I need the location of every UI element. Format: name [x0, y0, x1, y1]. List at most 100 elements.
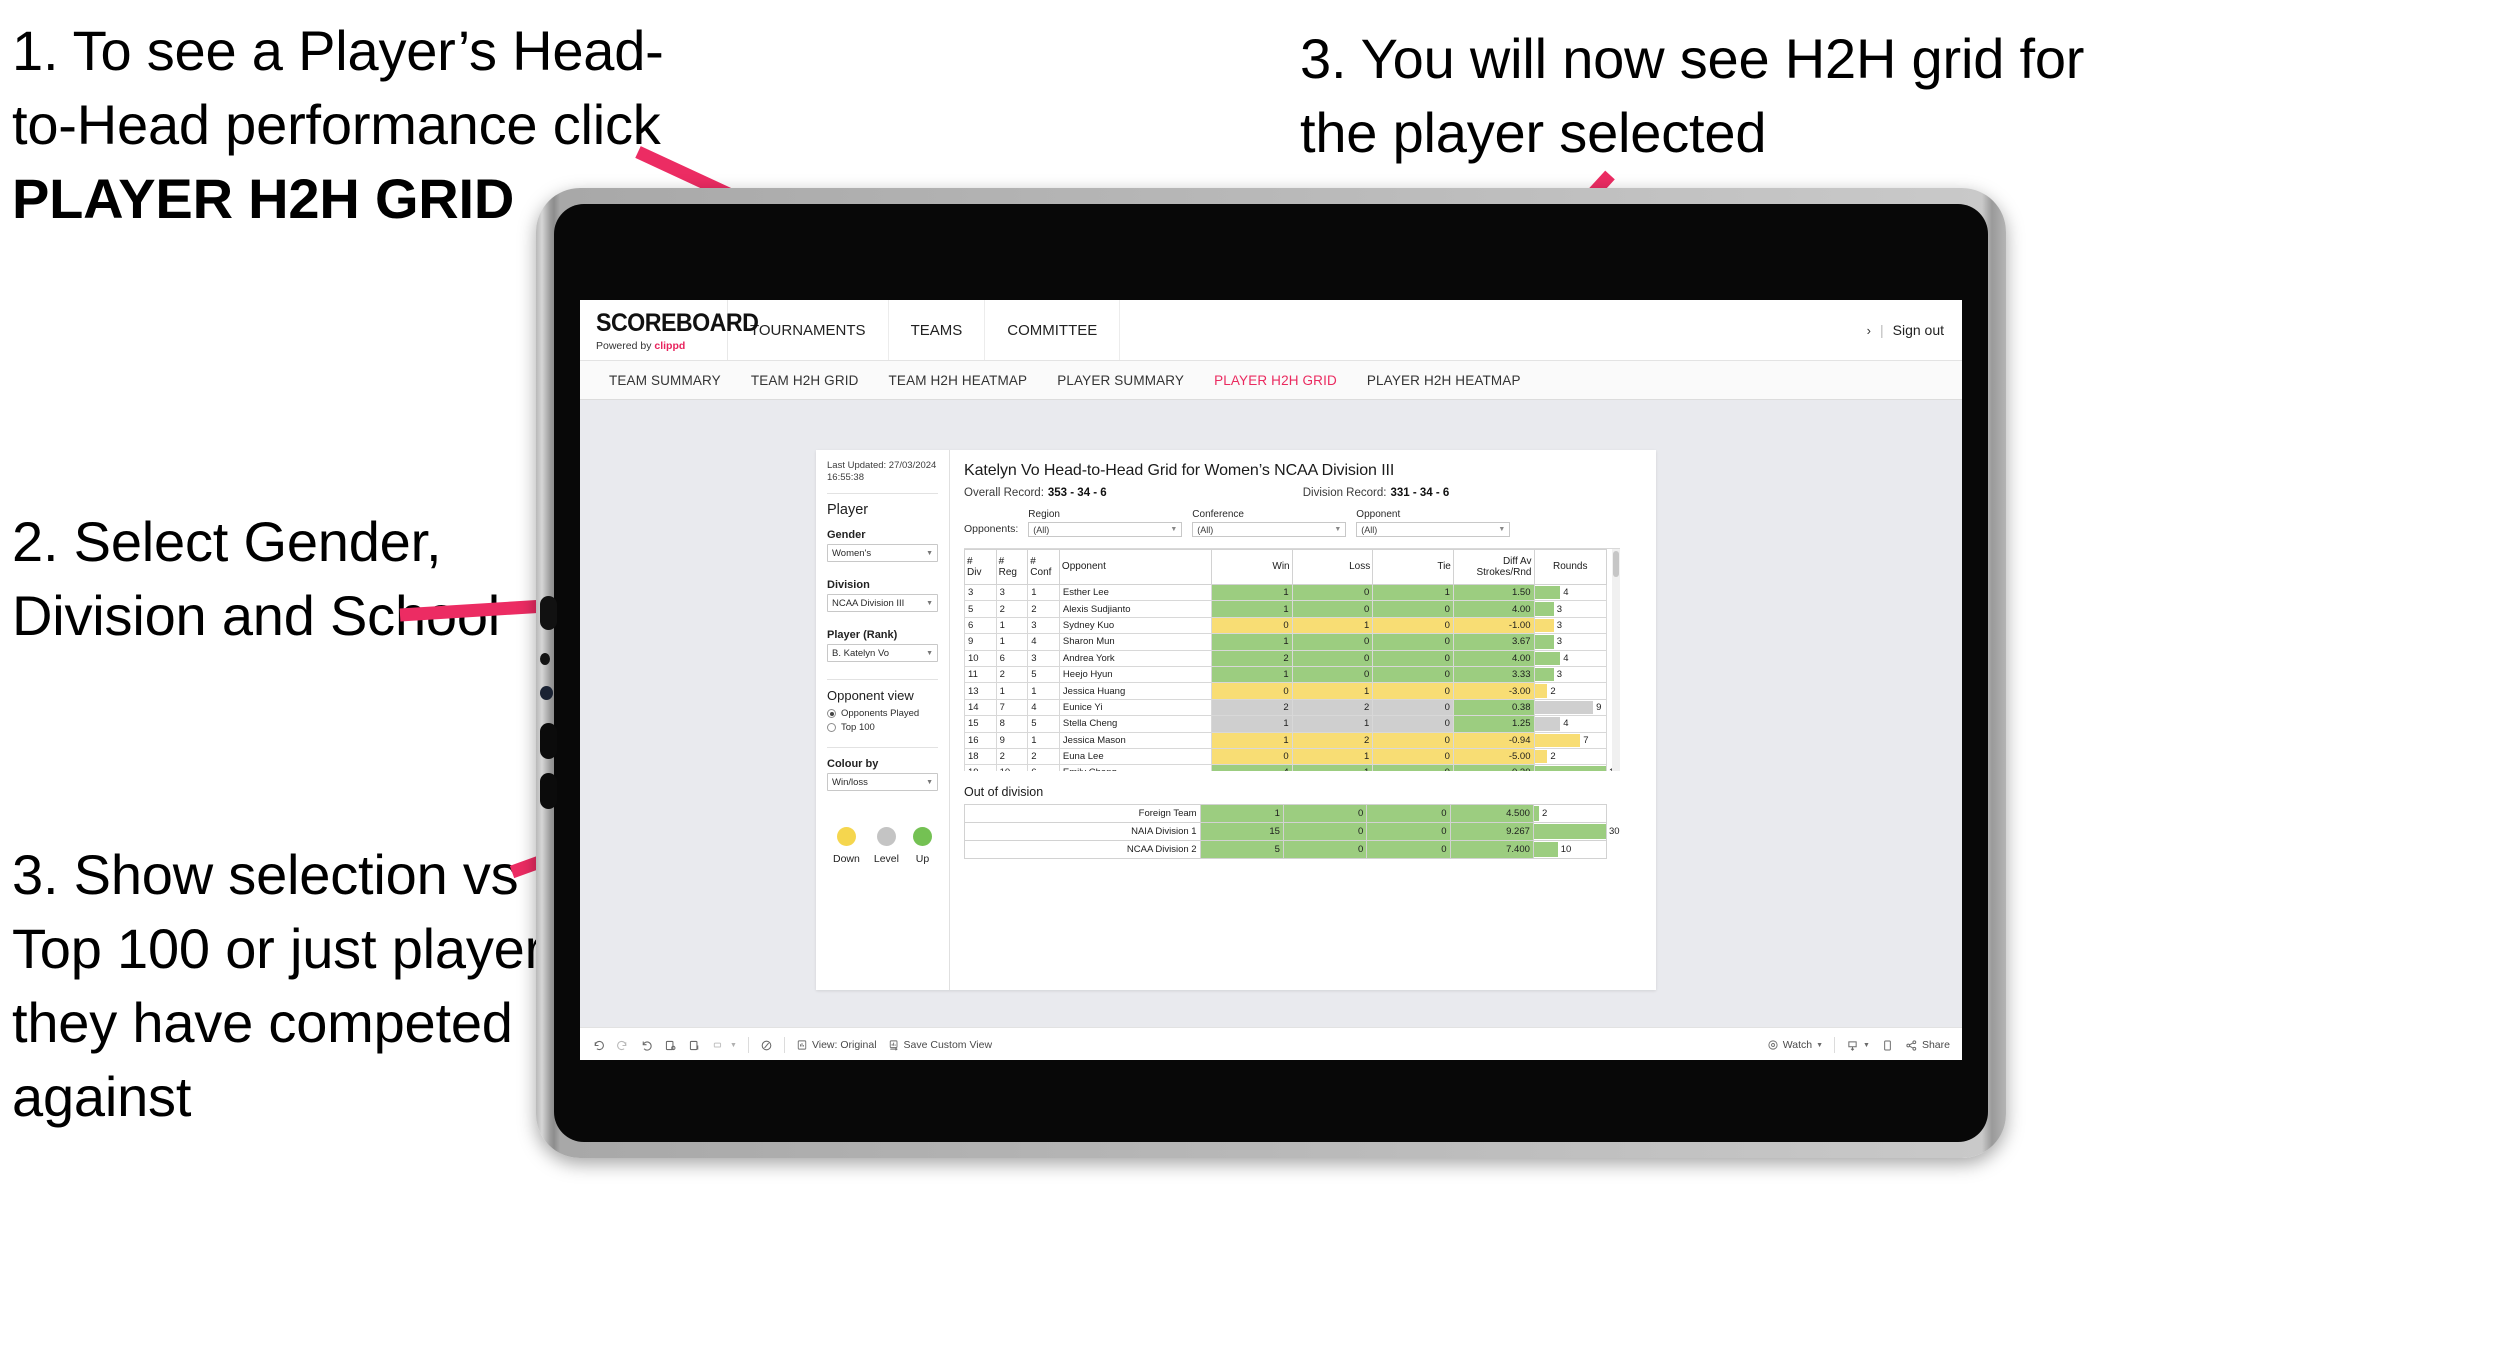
- legend-dot-level: [876, 827, 896, 847]
- format-button[interactable]: [760, 1039, 773, 1052]
- cell-loss: 0: [1291, 633, 1374, 651]
- cell-rounds: 10: [1532, 840, 1608, 859]
- tab-player-h2h-grid[interactable]: PLAYER H2H GRID: [1199, 373, 1352, 388]
- table-row[interactable]: 5 2 2 Alexis Sudjianto 1 0 0 4.00 3: [964, 600, 1607, 618]
- save-custom-view-button[interactable]: Save Custom View: [888, 1039, 993, 1051]
- tab-team-h2h-heatmap[interactable]: TEAM H2H HEATMAP: [874, 373, 1043, 388]
- toolbar-divider: [1834, 1037, 1836, 1053]
- cell-tie: 0: [1366, 804, 1451, 823]
- table-row[interactable]: 3 3 1 Esther Lee 1 0 1 1.50 4: [964, 583, 1607, 602]
- table-row[interactable]: 13 1 1 Jessica Huang 0 1 0 -3.00 2: [964, 682, 1607, 700]
- cell-diff-av-strokes: 0.38: [1452, 698, 1535, 717]
- cell-win: 1: [1211, 600, 1293, 618]
- table-row[interactable]: 14 7 4 Eunice Yi 2 2 0 0.38 9: [964, 698, 1607, 717]
- refresh-button[interactable]: [664, 1039, 677, 1052]
- legend-label-up: Up: [915, 853, 930, 866]
- top-nav-right: › | Sign out: [1867, 300, 1962, 360]
- table-row[interactable]: 11 2 5 Heejo Hyun 1 0 0 3.33 3: [964, 665, 1607, 684]
- colour-by-label: Colour by: [827, 758, 879, 771]
- table-row[interactable]: 6 1 3 Sydney Kuo 0 1 0 -1.00 3: [964, 616, 1607, 635]
- annotation-step-1-line2: to-Head performance click: [12, 92, 661, 156]
- player-rank-select[interactable]: B. Katelyn Vo ▼: [827, 644, 938, 663]
- cell-diff-av-strokes: 1.50: [1452, 583, 1535, 602]
- redo-button[interactable]: [616, 1039, 629, 1052]
- tab-team-h2h-grid[interactable]: TEAM H2H GRID: [736, 373, 874, 388]
- chevron-right-icon[interactable]: ›: [1867, 323, 1871, 338]
- out-of-division-row[interactable]: NCAA Division 2 5 0 0 7.400 10: [964, 840, 1608, 859]
- device-layout-button[interactable]: [1881, 1039, 1894, 1052]
- cell-diff-av-strokes: -3.00: [1452, 682, 1535, 700]
- region-label: Region: [1028, 509, 1060, 520]
- grid-vertical-scrollbar[interactable]: [1612, 549, 1620, 771]
- nav-item-teams[interactable]: TEAMS: [889, 300, 986, 360]
- tablet-volume-up-button[interactable]: [540, 723, 557, 759]
- out-of-division-row[interactable]: NAIA Division 1 15 0 0 9.267 30: [964, 822, 1620, 841]
- cell-conf: 3: [1027, 649, 1060, 667]
- save-custom-view-label: Save Custom View: [903, 1039, 993, 1051]
- region-select[interactable]: (All) ▼: [1028, 522, 1183, 537]
- brand-logo[interactable]: SCOREBOARD Powered by clippd: [580, 300, 759, 360]
- cell-win: 1: [1211, 715, 1293, 733]
- brand-subtitle: Powered by clippd: [596, 340, 727, 352]
- download-button[interactable]: ▼: [1846, 1039, 1870, 1052]
- cell-diff-av-strokes: 9.267: [1449, 822, 1534, 841]
- conference-label: Conference: [1192, 509, 1244, 520]
- sign-out-link[interactable]: Sign out: [1893, 322, 1944, 338]
- radio-opponents-played[interactable]: Opponents Played: [827, 708, 938, 719]
- cell-div: 10: [964, 649, 997, 667]
- cell-loss: 2: [1291, 731, 1374, 749]
- cell-opponent: Stella Cheng: [1058, 715, 1213, 733]
- cell-diff-av-strokes: 4.00: [1452, 600, 1535, 618]
- out-of-division-table: Foreign Team 1 0 0 4.500 2 NAIA Division 1 15 0 0…: [964, 804, 1620, 859]
- cell-win: 0: [1211, 682, 1293, 700]
- gender-select[interactable]: Women's ▼: [827, 544, 938, 563]
- h2h-grid-scroll-area[interactable]: # Div # Reg # Conf Opponent Win Loss Tie Di…: [964, 548, 1620, 771]
- table-row[interactable]: 15 8 5 Stella Cheng 1 1 0 1.25 4: [964, 715, 1607, 733]
- cell-tie: 0: [1372, 731, 1454, 749]
- opponent-value: (All): [1361, 524, 1378, 535]
- table-row[interactable]: 16 9 1 Jessica Mason 1 2 0 -0.94 7: [964, 731, 1607, 749]
- out-of-division-row[interactable]: Foreign Team 1 0 0 4.500 2: [964, 804, 1608, 823]
- cell-tie: 1: [1372, 583, 1454, 602]
- cell-division-name: NAIA Division 1: [964, 822, 1201, 841]
- share-button[interactable]: Share: [1905, 1039, 1950, 1052]
- grid-scrollbar-thumb[interactable]: [1613, 551, 1619, 577]
- cell-loss: 1: [1291, 764, 1374, 771]
- conference-select[interactable]: (All) ▼: [1192, 522, 1347, 537]
- opponent-select[interactable]: (All) ▼: [1356, 522, 1511, 537]
- tab-player-summary[interactable]: PLAYER SUMMARY: [1042, 373, 1199, 388]
- overall-record-label: Overall Record:: [964, 487, 1044, 499]
- tab-team-summary[interactable]: TEAM SUMMARY: [594, 373, 736, 388]
- pause-updates-button[interactable]: [688, 1039, 701, 1052]
- chevron-down-icon: ▼: [926, 549, 933, 557]
- nav-item-committee[interactable]: COMMITTEE: [985, 300, 1121, 360]
- division-select[interactable]: NCAA Division III ▼: [827, 594, 938, 613]
- table-row[interactable]: 18 2 2 Euna Lee 0 1 0 -5.00 2: [964, 747, 1607, 766]
- view-original-button[interactable]: View: Original: [796, 1039, 877, 1051]
- tablet-side-button-top[interactable]: [540, 596, 557, 630]
- tab-player-h2h-heatmap[interactable]: PLAYER H2H HEATMAP: [1352, 373, 1536, 388]
- cell-conf: 3: [1027, 616, 1060, 635]
- table-row[interactable]: 19106Emily Chang4100.3011: [964, 764, 1619, 771]
- cell-win: 0: [1211, 747, 1293, 766]
- cell-div: 13: [964, 682, 997, 700]
- revert-button[interactable]: [640, 1039, 653, 1052]
- radio-top-100[interactable]: Top 100: [827, 722, 938, 733]
- cell-division-name: Foreign Team: [964, 804, 1201, 823]
- highlight-button[interactable]: ▼: [712, 1039, 737, 1052]
- tablet-volume-down-button[interactable]: [540, 773, 557, 809]
- table-row[interactable]: 9 1 4 Sharon Mun 1 0 0 3.67 3: [964, 633, 1607, 651]
- division-record: Division Record: 331 - 34 - 6: [1303, 487, 1450, 499]
- colour-by-select[interactable]: Win/loss ▼: [827, 773, 938, 792]
- watch-button[interactable]: Watch ▼: [1767, 1039, 1823, 1051]
- tableau-toolbar: ▼ View: Original Save Custom View Watch …: [580, 1027, 1962, 1060]
- col-loss: Loss: [1291, 549, 1374, 585]
- undo-button[interactable]: [592, 1039, 605, 1052]
- cell-conf: 5: [1027, 665, 1060, 684]
- cell-loss: 1: [1291, 682, 1374, 700]
- table-row[interactable]: 10 6 3 Andrea York 2 0 0 4.00 4: [964, 649, 1607, 667]
- record-summary: Overall Record: 353 - 34 - 6 Division Re…: [964, 487, 1644, 499]
- col-reg: # Reg: [995, 549, 1029, 585]
- cell-opponent: Sydney Kuo: [1058, 616, 1213, 635]
- annotation-step-3-right: 3. You will now see H2H grid for the pla…: [1300, 27, 2085, 164]
